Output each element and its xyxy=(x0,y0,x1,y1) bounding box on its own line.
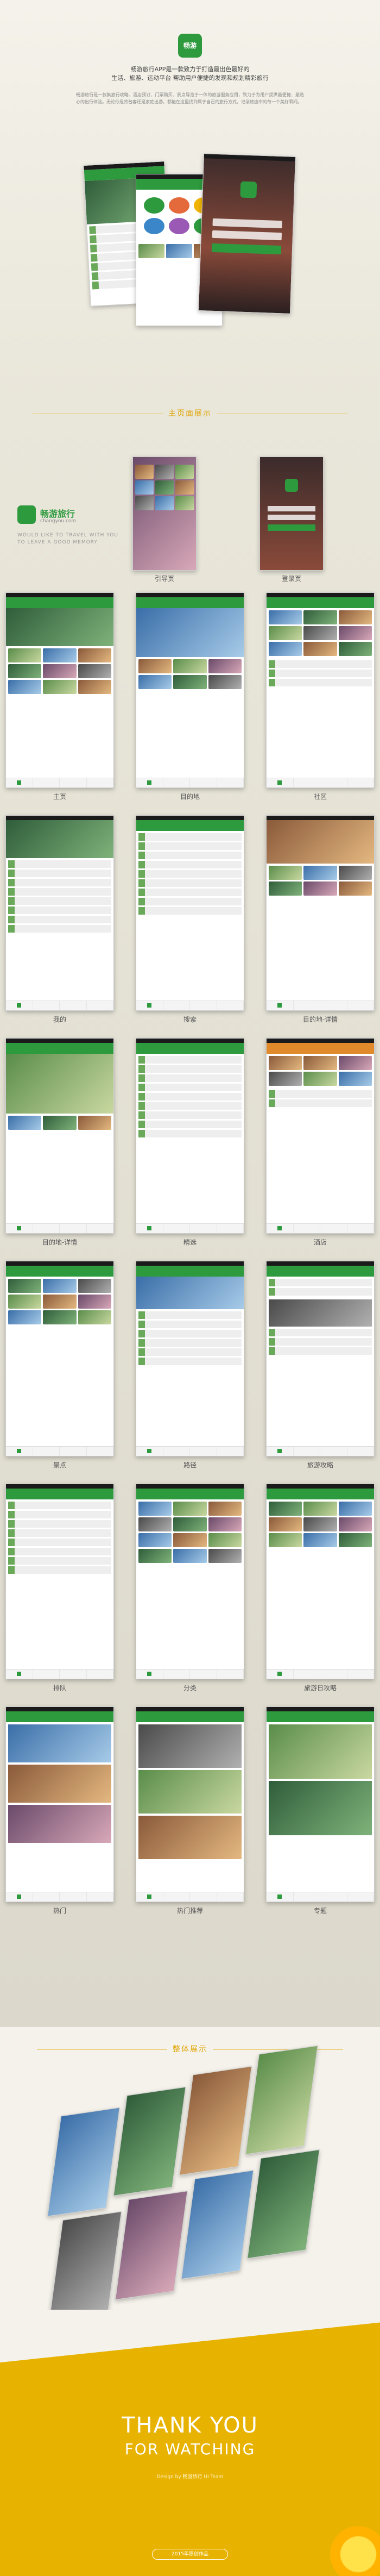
tilted-screens-collage xyxy=(36,2045,343,2310)
hero-phone-right xyxy=(198,153,296,314)
label-topic: 专题 xyxy=(313,1907,327,1915)
screen-route xyxy=(136,1261,244,1456)
label-destination: 目的地 xyxy=(180,793,200,801)
label-category: 分类 xyxy=(183,1684,197,1692)
app-icon: 畅游 xyxy=(178,34,202,58)
label-guide-tips: 旅游攻略 xyxy=(307,1461,333,1469)
screen-home xyxy=(5,592,114,788)
label-dest-detail-b: 目的地-详情 xyxy=(42,1239,78,1246)
overview-title: 整体展示 xyxy=(0,2043,380,2054)
intro-headline: 畅游旅行APP是一款致力于打造最出色最好的 生活、旅游、运动平台 帮助用户便捷的… xyxy=(54,65,326,83)
label-hot: 热门 xyxy=(53,1907,66,1915)
brand-slogan-1: WOULD LIKE TO TRAVEL WITH YOU xyxy=(17,533,118,538)
label-search: 搜索 xyxy=(183,1016,197,1023)
screen-featured xyxy=(136,1038,244,1234)
label-community: 社区 xyxy=(313,793,327,801)
screen-hot-recommend xyxy=(136,1706,244,1902)
label-queue: 排队 xyxy=(53,1684,66,1692)
thanks-line-1: THANK YOU xyxy=(122,2413,258,2438)
menu-dot-icon xyxy=(144,218,164,234)
thanks-pill: 2015年原创作品 xyxy=(152,2549,228,2560)
screen-attraction xyxy=(5,1261,114,1456)
intro-section: 畅游 畅游旅行APP是一款致力于打造最出色最好的 生活、旅游、运动平台 帮助用户… xyxy=(0,0,380,397)
section-title: 主页面展示 xyxy=(0,408,380,418)
label-guide: 引导页 xyxy=(154,575,174,583)
hero-right-logo xyxy=(240,181,257,198)
screen-hotel xyxy=(266,1038,375,1234)
label-featured: 精选 xyxy=(183,1239,197,1246)
intro-body: 畅游旅行是一款集旅行攻略、酒店预订、门票购买、景点导览于一体的旅游服务应用，致力… xyxy=(76,92,304,104)
screen-destination xyxy=(136,592,244,788)
diagonal-band xyxy=(0,2310,380,2365)
label-attraction: 景点 xyxy=(53,1461,66,1469)
screen-community xyxy=(266,592,375,788)
menu-dot-icon xyxy=(169,218,189,234)
screen-category xyxy=(136,1484,244,1679)
sun-icon xyxy=(326,2522,380,2576)
headline-line-1: 畅游旅行APP是一款致力于打造最出色最好的 xyxy=(130,66,250,73)
menu-dot-icon xyxy=(169,197,189,214)
screen-mine xyxy=(5,815,114,1011)
label-hotel: 酒店 xyxy=(313,1239,327,1246)
headline-line-2: 生活、旅游、运动平台 帮助用户便捷的发现和规划精彩旅行 xyxy=(111,74,269,82)
main-pages-section: 主页面展示 畅游旅行 changyou.com WOULD LIKE TO TR… xyxy=(0,397,380,2027)
label-daily-guide: 旅游日攻略 xyxy=(303,1684,337,1692)
menu-dot-icon xyxy=(144,197,164,214)
label-hot-recommend: 热门推荐 xyxy=(176,1907,203,1915)
screen-topic xyxy=(266,1706,375,1902)
screen-guide-tips xyxy=(266,1261,375,1456)
screen-daily-guide xyxy=(266,1484,375,1679)
brand-slogan-2: TO LEAVE A GOOD MEMORY xyxy=(17,540,98,545)
thanks-credit: Design by 畅游旅行 UI Team xyxy=(156,2474,224,2480)
label-mine: 我的 xyxy=(53,1016,66,1023)
screen-login xyxy=(259,457,324,571)
label-home: 主页 xyxy=(53,793,66,801)
label-dest-detail-a: 目的地-详情 xyxy=(302,1016,338,1023)
thanks-section: THANK YOU FOR WATCHING Design by 畅游旅行 UI… xyxy=(0,2310,380,2576)
label-route: 路径 xyxy=(183,1461,197,1469)
screen-dest-detail-b xyxy=(5,1038,114,1234)
label-login: 登录页 xyxy=(281,575,301,583)
brand-domain: changyou.com xyxy=(40,518,77,524)
screen-hot xyxy=(5,1706,114,1902)
thanks-line-2: FOR WATCHING xyxy=(124,2440,256,2458)
screen-guide xyxy=(132,457,197,571)
overview-section: 整体展示 xyxy=(0,2027,380,2310)
screen-dest-detail-a xyxy=(266,815,375,1011)
brand-name: 畅游旅行 xyxy=(40,509,75,519)
screen-queue xyxy=(5,1484,114,1679)
brand-logo-icon xyxy=(17,505,36,524)
screen-search xyxy=(136,815,244,1011)
